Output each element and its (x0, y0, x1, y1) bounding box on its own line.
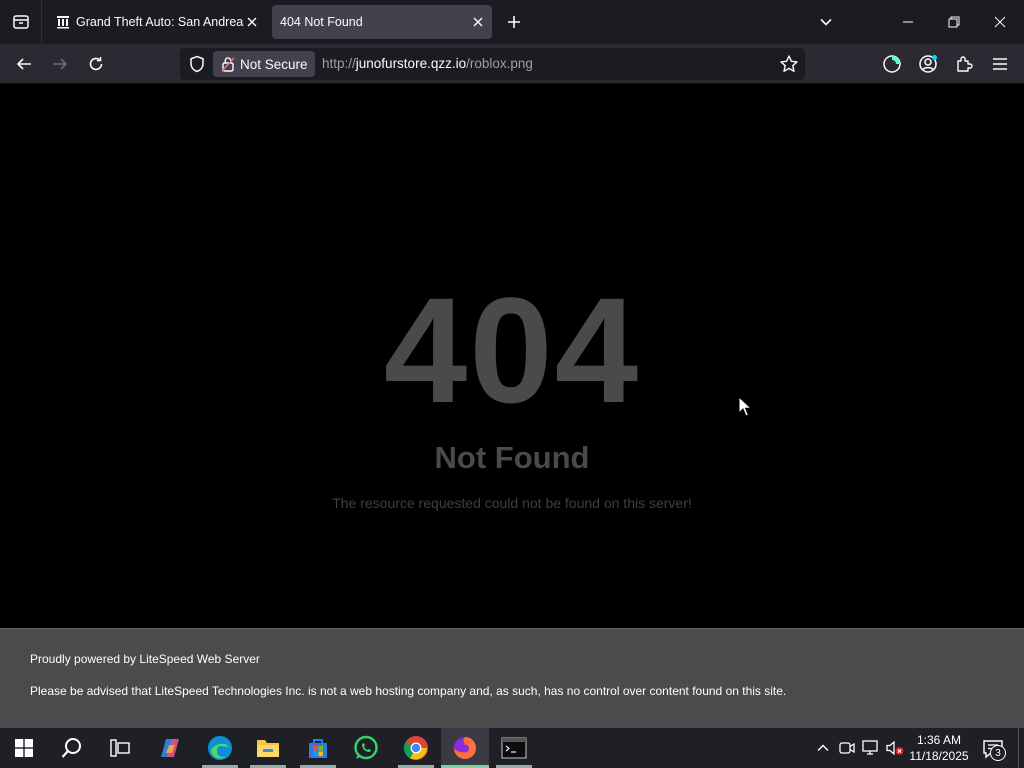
tab-gta-san-andreas[interactable]: Grand Theft Auto: San Andreas (48, 5, 266, 39)
page-content: 404 Not Found The resource requested cou… (0, 85, 1024, 628)
search-button[interactable] (48, 728, 96, 768)
close-tab-button[interactable] (470, 14, 486, 30)
server-footer: Proudly powered by LiteSpeed Web Server … (0, 628, 1024, 728)
task-view-icon (110, 739, 130, 757)
terminal-icon (501, 737, 527, 759)
address-bar[interactable]: Not Secure http://junofurstore.qzz.io/ro… (180, 48, 805, 80)
tab-title: Grand Theft Auto: San Andreas (76, 15, 244, 29)
show-hidden-icons-button[interactable] (814, 739, 832, 757)
close-icon (994, 16, 1006, 28)
taskbar-app-whatsapp[interactable] (342, 728, 390, 768)
firefox-icon (454, 737, 476, 759)
close-tab-button[interactable] (244, 14, 260, 30)
edge-icon (208, 736, 232, 760)
minimize-icon (903, 21, 913, 23)
copilot-icon (161, 739, 179, 757)
whatsapp-icon (354, 735, 378, 760)
sync-icon (883, 55, 901, 73)
close-window-button[interactable] (990, 12, 1010, 32)
tray-meet-now[interactable] (838, 739, 856, 757)
app-menu-button[interactable] (990, 54, 1010, 74)
taskbar-app-firefox[interactable] (441, 728, 489, 768)
taskbar-clock[interactable]: 1:36 AM 11/18/2025 (906, 732, 972, 764)
reload-icon (89, 57, 103, 71)
bookmark-star-icon[interactable] (779, 54, 799, 74)
puzzle-icon (957, 56, 973, 72)
list-all-tabs-button[interactable] (816, 12, 836, 32)
account-icon (919, 55, 937, 73)
url-host: junofurstore.qzz.io (355, 56, 467, 71)
insecure-lock-icon (221, 57, 235, 72)
clock-date: 11/18/2025 (909, 749, 969, 763)
tab-404-not-found[interactable]: 404 Not Found (272, 5, 492, 39)
chrome-icon (403, 736, 428, 760)
close-icon (247, 17, 257, 27)
tray-network[interactable] (862, 739, 880, 757)
arrow-left-icon (16, 58, 31, 70)
firefox-view-icon (12, 15, 29, 29)
clock-time: 1:36 AM (916, 733, 962, 747)
store-icon (309, 739, 327, 758)
windows-logo-icon (15, 739, 33, 757)
taskbar-app-copilot[interactable] (146, 728, 194, 768)
error-code: 404 (383, 266, 641, 434)
firefox-view-button[interactable] (0, 0, 42, 44)
url-text[interactable]: http://junofurstore.qzz.io/roblox.png (322, 56, 533, 71)
error-title: Not Found (434, 440, 590, 475)
taskbar-app-terminal[interactable] (490, 728, 538, 768)
not-secure-label: Not Secure (240, 56, 308, 72)
volume-muted-icon (886, 740, 904, 756)
chevron-down-icon (820, 18, 832, 26)
restore-icon (948, 16, 960, 28)
url-scheme: http:// (322, 56, 356, 71)
taskbar-app-microsoft-store[interactable] (294, 728, 342, 768)
windows-taskbar: 1:36 AM 11/18/2025 3 (0, 728, 1024, 768)
new-tab-button[interactable] (504, 12, 524, 32)
url-path: /roblox.png (466, 56, 533, 71)
hamburger-menu-icon (993, 58, 1007, 70)
mouse-cursor-icon (738, 396, 752, 417)
notification-count-badge: 3 (990, 745, 1006, 761)
folder-icon (257, 740, 279, 757)
network-icon (862, 740, 878, 755)
extensions-button[interactable] (954, 54, 974, 74)
tab-title: 404 Not Found (280, 15, 363, 29)
museum-icon (57, 16, 69, 29)
shield-icon[interactable] (188, 55, 206, 73)
close-icon (473, 17, 483, 27)
taskbar-app-edge[interactable] (196, 728, 244, 768)
task-view-button[interactable] (96, 728, 144, 768)
account-button[interactable] (918, 54, 938, 74)
camera-icon (839, 742, 855, 754)
footer-disclaimer: Please be advised that LiteSpeed Technol… (30, 684, 787, 698)
tray-volume[interactable] (886, 739, 904, 757)
back-button[interactable] (13, 53, 35, 75)
chevron-up-icon (817, 744, 829, 751)
plus-icon (508, 16, 520, 28)
taskbar-app-chrome[interactable] (392, 728, 440, 768)
footer-powered-by: Proudly powered by LiteSpeed Web Server (30, 652, 260, 666)
taskbar-app-file-explorer[interactable] (244, 728, 292, 768)
reload-button[interactable] (85, 53, 107, 75)
start-button[interactable] (0, 728, 48, 768)
navigation-toolbar: Not Secure http://junofurstore.qzz.io/ro… (0, 44, 1024, 84)
sync-button[interactable] (882, 54, 902, 74)
tab-bar: Grand Theft Auto: San Andreas 404 Not Fo… (0, 0, 1024, 44)
search-icon (61, 738, 81, 758)
arrow-right-icon (53, 58, 68, 70)
site-security-button[interactable]: Not Secure (213, 51, 315, 77)
restore-button[interactable] (944, 12, 964, 32)
error-description: The resource requested could not be foun… (332, 495, 692, 511)
minimize-button[interactable] (898, 12, 918, 32)
show-desktop-button[interactable] (1018, 728, 1024, 768)
forward-button[interactable] (49, 53, 71, 75)
